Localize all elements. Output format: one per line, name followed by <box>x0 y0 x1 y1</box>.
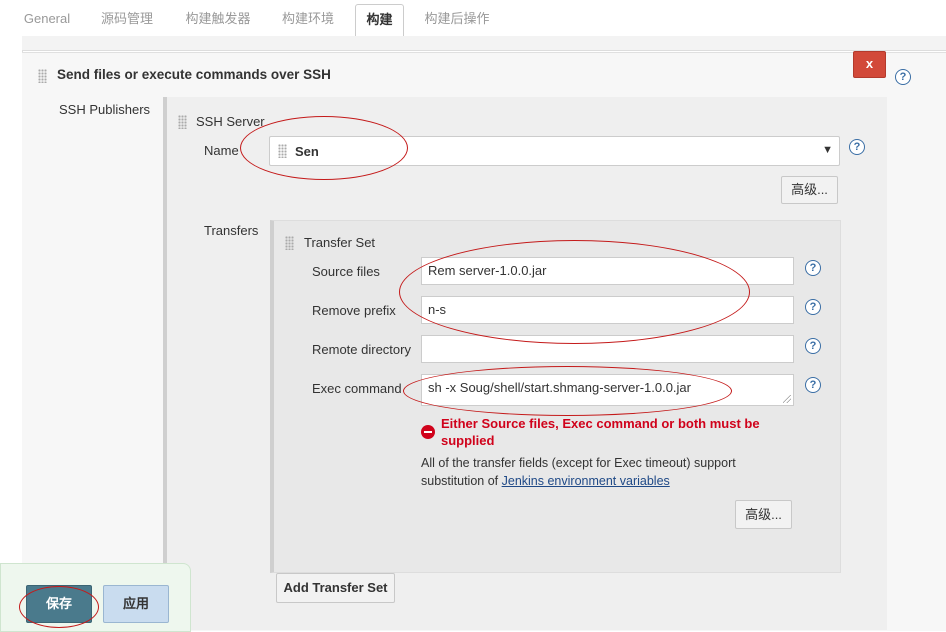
drag-handle-icon[interactable] <box>178 115 187 129</box>
help-icon[interactable]: ? <box>805 299 821 315</box>
drag-handle-icon <box>278 144 287 158</box>
source-files-input[interactable]: Rem server-1.0.0.jar <box>421 257 794 285</box>
remove-prefix-value: n-s <box>428 302 447 317</box>
tab-general[interactable]: General <box>12 6 82 36</box>
remove-prefix-label: Remove prefix <box>312 303 396 318</box>
tab-post-build[interactable]: 构建后操作 <box>414 6 500 36</box>
tab-source-control[interactable]: 源码管理 <box>92 6 162 36</box>
name-label: Name <box>204 143 239 158</box>
help-icon[interactable]: ? <box>849 139 865 155</box>
server-advanced-button[interactable]: 高级... <box>781 176 838 204</box>
tab-build[interactable]: 构建 <box>355 4 404 38</box>
help-icon[interactable]: ? <box>805 260 821 276</box>
dropdown-caret-icon: ▼ <box>822 144 833 156</box>
remote-directory-input[interactable] <box>421 335 794 363</box>
help-icon[interactable]: ? <box>805 377 821 393</box>
tab-build-triggers[interactable]: 构建触发器 <box>176 6 260 36</box>
exec-command-label: Exec command <box>312 381 402 396</box>
remote-directory-label: Remote directory <box>312 342 411 357</box>
apply-button[interactable]: 应用 <box>103 585 169 623</box>
source-files-value: Rem server-1.0.0.jar <box>428 263 547 278</box>
save-button[interactable]: 保存 <box>26 585 92 623</box>
tab-bar: General 源码管理 构建触发器 构建环境 构建 构建后操作 <box>0 0 946 38</box>
resize-handle-icon[interactable] <box>783 395 791 403</box>
ssh-server-select[interactable]: Sen ▼ <box>269 136 840 166</box>
section-title: Send files or execute commands over SSH <box>57 67 331 82</box>
transfer-advanced-button[interactable]: 高级... <box>735 500 792 529</box>
error-icon <box>421 425 435 439</box>
exec-command-textarea[interactable]: sh -x Soug/shell/start.shmang-server-1.0… <box>421 374 794 406</box>
exec-command-value: sh -x Soug/shell/start.shmang-server-1.0… <box>428 380 691 395</box>
add-transfer-set-button[interactable]: Add Transfer Set <box>276 573 395 603</box>
tab-build-environment[interactable]: 构建环境 <box>272 6 344 36</box>
ssh-publishers-label: SSH Publishers <box>59 102 151 117</box>
help-icon[interactable]: ? <box>805 338 821 354</box>
left-gutter <box>0 36 23 630</box>
drag-handle-icon[interactable] <box>285 236 294 250</box>
remove-prefix-input[interactable]: n-s <box>421 296 794 324</box>
source-files-label: Source files <box>312 264 380 279</box>
drag-handle-icon[interactable] <box>38 69 47 83</box>
help-icon[interactable]: ? <box>895 69 911 85</box>
validation-error: Either Source files, Exec command or bot… <box>441 416 760 448</box>
jenkins-env-vars-link[interactable]: Jenkins environment variables <box>502 474 670 488</box>
delete-step-button[interactable]: x <box>853 51 886 78</box>
transfers-label: Transfers <box>204 223 259 238</box>
ssh-server-selected-value: Sen <box>295 144 319 159</box>
ssh-server-heading: SSH Server <box>196 114 265 129</box>
substitution-info: All of the transfer fields (except for E… <box>421 454 801 490</box>
previous-section-edge <box>22 36 946 51</box>
transfer-set-heading: Transfer Set <box>304 235 376 250</box>
